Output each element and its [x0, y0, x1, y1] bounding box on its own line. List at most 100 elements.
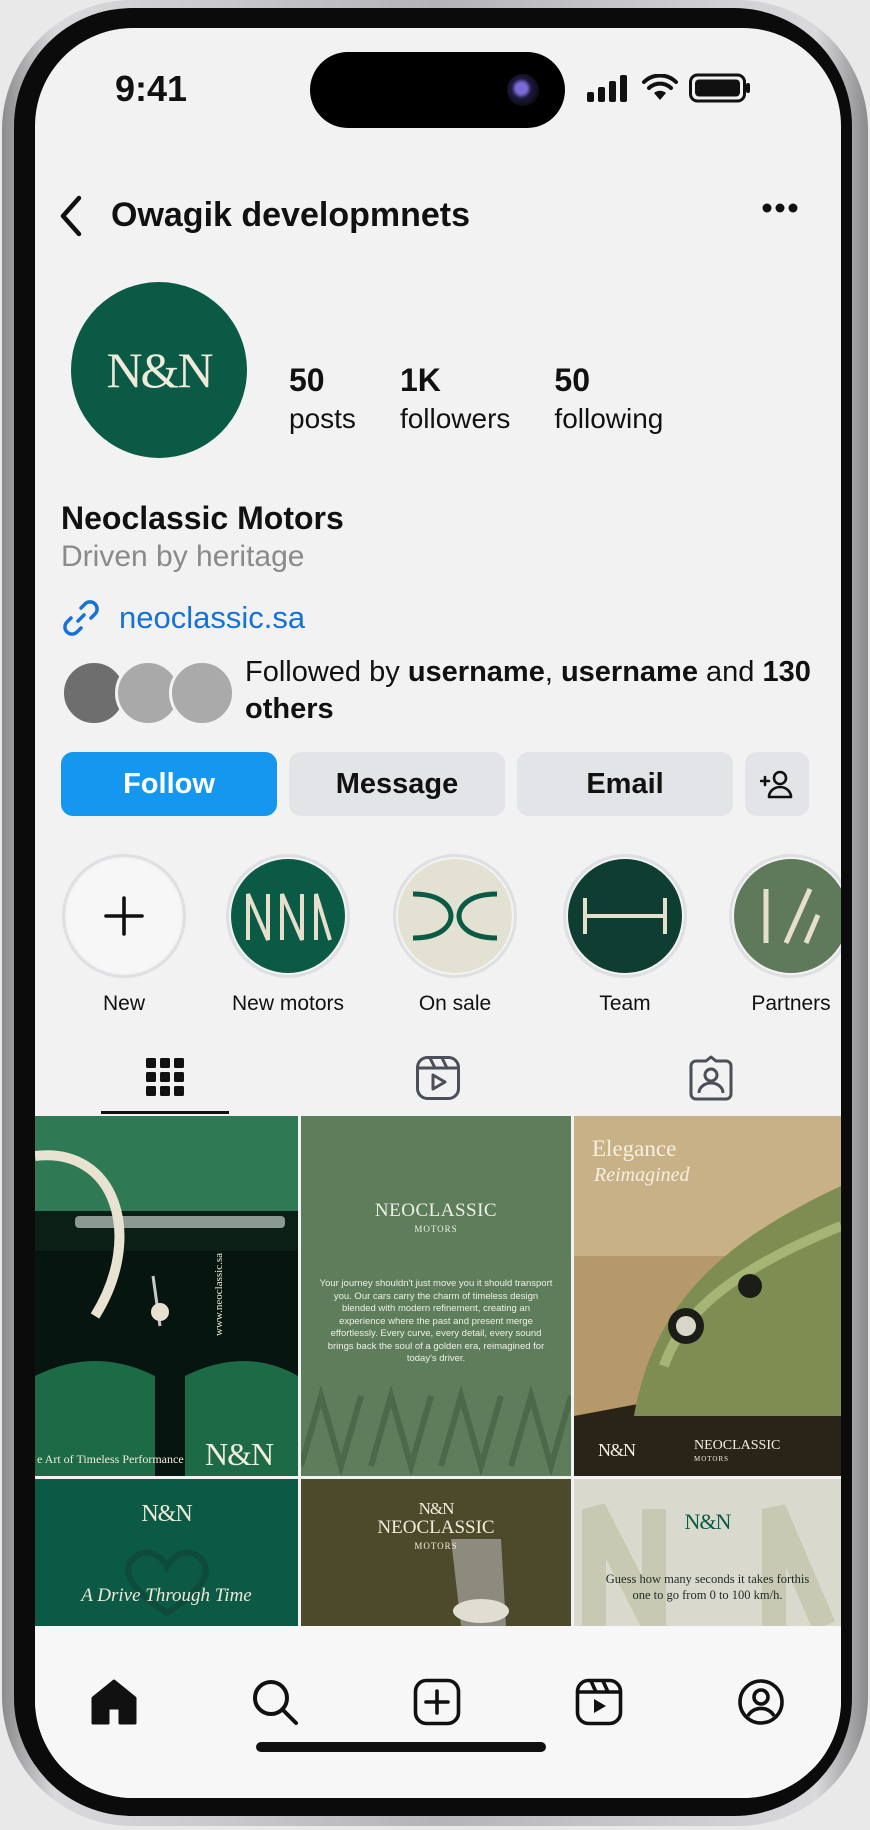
followed-separator: , [544, 656, 561, 688]
create-post-icon[interactable] [413, 1678, 461, 1726]
followed-and: and [697, 656, 763, 688]
stat-posts[interactable]: 50 posts [289, 362, 356, 435]
tab-tagged[interactable] [647, 1042, 775, 1114]
profile-avatar[interactable]: N&N [71, 282, 247, 458]
highlight-label: On sale [418, 992, 492, 1015]
stat-posts-label: posts [289, 403, 356, 434]
post-logo: N&N [205, 1436, 274, 1472]
tagged-person-icon [689, 1055, 733, 1101]
profile-header: Owagik developmnets [35, 188, 841, 248]
post-body: Your journey shouldn't just move you it … [319, 1278, 553, 1364]
post-brand-sub: MOTORS [694, 1455, 730, 1463]
post-url: www.neoclassic.sa [213, 1253, 225, 1336]
profile-name: Neoclassic Motors [61, 500, 344, 536]
post-tagline: e Art of Timeless Performance [37, 1452, 184, 1466]
post-tile[interactable]: e Art of Timeless Performance N&N www.ne… [35, 1116, 298, 1476]
followed-prefix: Followed by [245, 656, 408, 688]
status-bar: 9:41 [35, 28, 841, 148]
story-highlights: New New motors On sale Team Partners [59, 854, 841, 1024]
camera-icon [507, 74, 539, 106]
tab-posts-grid[interactable] [101, 1042, 229, 1114]
post-brand: NEOCLASSIC [694, 1438, 781, 1453]
follower-avatar [169, 660, 235, 726]
post-image-car-interior [35, 1116, 298, 1476]
follower-username[interactable]: username [408, 656, 545, 688]
grid-icon [146, 1057, 184, 1096]
link-icon [63, 600, 99, 636]
message-button[interactable]: Message [289, 752, 505, 816]
follower-username[interactable]: username [561, 656, 698, 688]
highlight-cover [398, 859, 512, 973]
highlight-cover [67, 859, 181, 973]
stat-following-value: 50 [554, 362, 591, 398]
highlight-cover [568, 859, 682, 973]
wifi-icon [642, 74, 678, 100]
post-text: Guess how many seconds it takes forthis … [605, 1572, 810, 1602]
profile-stats: 50 posts 1K followers 50 following [289, 362, 707, 435]
back-arrow-icon[interactable] [53, 192, 89, 240]
stat-posts-value: 50 [289, 362, 325, 398]
slash-monogram-icon [763, 887, 821, 945]
post-title: Elegance [592, 1136, 677, 1161]
stat-followers[interactable]: 1K followers [400, 362, 510, 435]
stat-followers-value: 1K [399, 362, 441, 398]
suggest-people-button[interactable] [745, 752, 809, 816]
profile-bio: Driven by heritage [61, 540, 305, 573]
plus-icon [104, 896, 144, 936]
tab-reels[interactable] [374, 1042, 502, 1114]
stat-followers-label: followers [399, 403, 511, 434]
profile-link[interactable]: neoclassic.sa [61, 598, 305, 638]
post-tile[interactable]: N&N Guess how many seconds it takes fort… [574, 1479, 841, 1626]
screen: 9:41 Owagik developmnets N&N 50 posts 1K… [35, 28, 841, 1798]
highlight-ring [62, 854, 186, 978]
bottom-navigation [35, 1626, 841, 1798]
highlight-on-sale[interactable]: On sale [390, 854, 520, 1016]
dynamic-island [310, 52, 565, 128]
stat-following[interactable]: 50 following [554, 362, 663, 435]
post-subtitle: MOTORS [414, 1224, 458, 1234]
post-tagline: A Drive Through Time [81, 1585, 252, 1606]
add-person-icon [760, 770, 793, 799]
highlight-cover [231, 859, 345, 973]
profile-handle: Owagik developmnets [111, 196, 470, 234]
followed-by-text: Followed by username, username and 130 o… [245, 654, 825, 728]
highlight-team[interactable]: Team [560, 854, 690, 1016]
post-tile[interactable]: N&N A Drive Through Time [35, 1479, 298, 1626]
post-title: NEOCLASSIC [377, 1517, 495, 1538]
email-button[interactable]: Email [517, 752, 733, 816]
highlight-cover [734, 859, 841, 973]
followed-suffix: others [245, 693, 334, 725]
highlight-partners[interactable]: Partners [726, 854, 841, 1016]
followed-by[interactable]: Followed by username, username and 130 o… [61, 654, 821, 744]
post-tile[interactable]: NEOCLASSIC MOTORS Your journey shouldn't… [301, 1116, 571, 1476]
more-options-icon[interactable] [761, 202, 799, 214]
home-indicator[interactable] [256, 1742, 546, 1752]
post-pattern [301, 1386, 571, 1476]
highlight-ring [393, 854, 517, 978]
post-logo: N&N [598, 1440, 636, 1460]
battery-icon [689, 73, 750, 103]
profile-link-text: neoclassic.sa [119, 600, 306, 635]
post-logo: N&N [418, 1499, 455, 1518]
highlight-ring [226, 854, 350, 978]
profile-actions: Follow Message Email [61, 752, 809, 816]
n-monogram-icon [246, 893, 332, 941]
highlight-label: Partners [751, 992, 831, 1015]
highlight-new-motors[interactable]: New motors [223, 854, 353, 1016]
follow-button[interactable]: Follow [61, 752, 277, 816]
post-tile[interactable]: Elegance Reimagined N&N NEOCLASSIC MOTOR… [574, 1116, 841, 1476]
highlight-new[interactable]: New [59, 854, 189, 1016]
reels-icon [416, 1056, 460, 1100]
post-logo: N&N [141, 1501, 192, 1527]
profile-nav-icon[interactable] [737, 1678, 785, 1726]
post-tile[interactable]: N&N NEOCLASSIC MOTORS [301, 1479, 571, 1626]
avatar-logo: N&N [106, 342, 213, 398]
status-icons [587, 73, 751, 103]
dc-monogram-icon [412, 891, 498, 941]
home-icon[interactable] [89, 1678, 139, 1726]
post-subtitle: MOTORS [414, 1541, 458, 1551]
search-icon[interactable] [251, 1678, 299, 1726]
post-subtitle: Reimagined [594, 1164, 690, 1186]
post-title: NEOCLASSIC [374, 1200, 498, 1221]
reels-nav-icon[interactable] [575, 1678, 623, 1726]
